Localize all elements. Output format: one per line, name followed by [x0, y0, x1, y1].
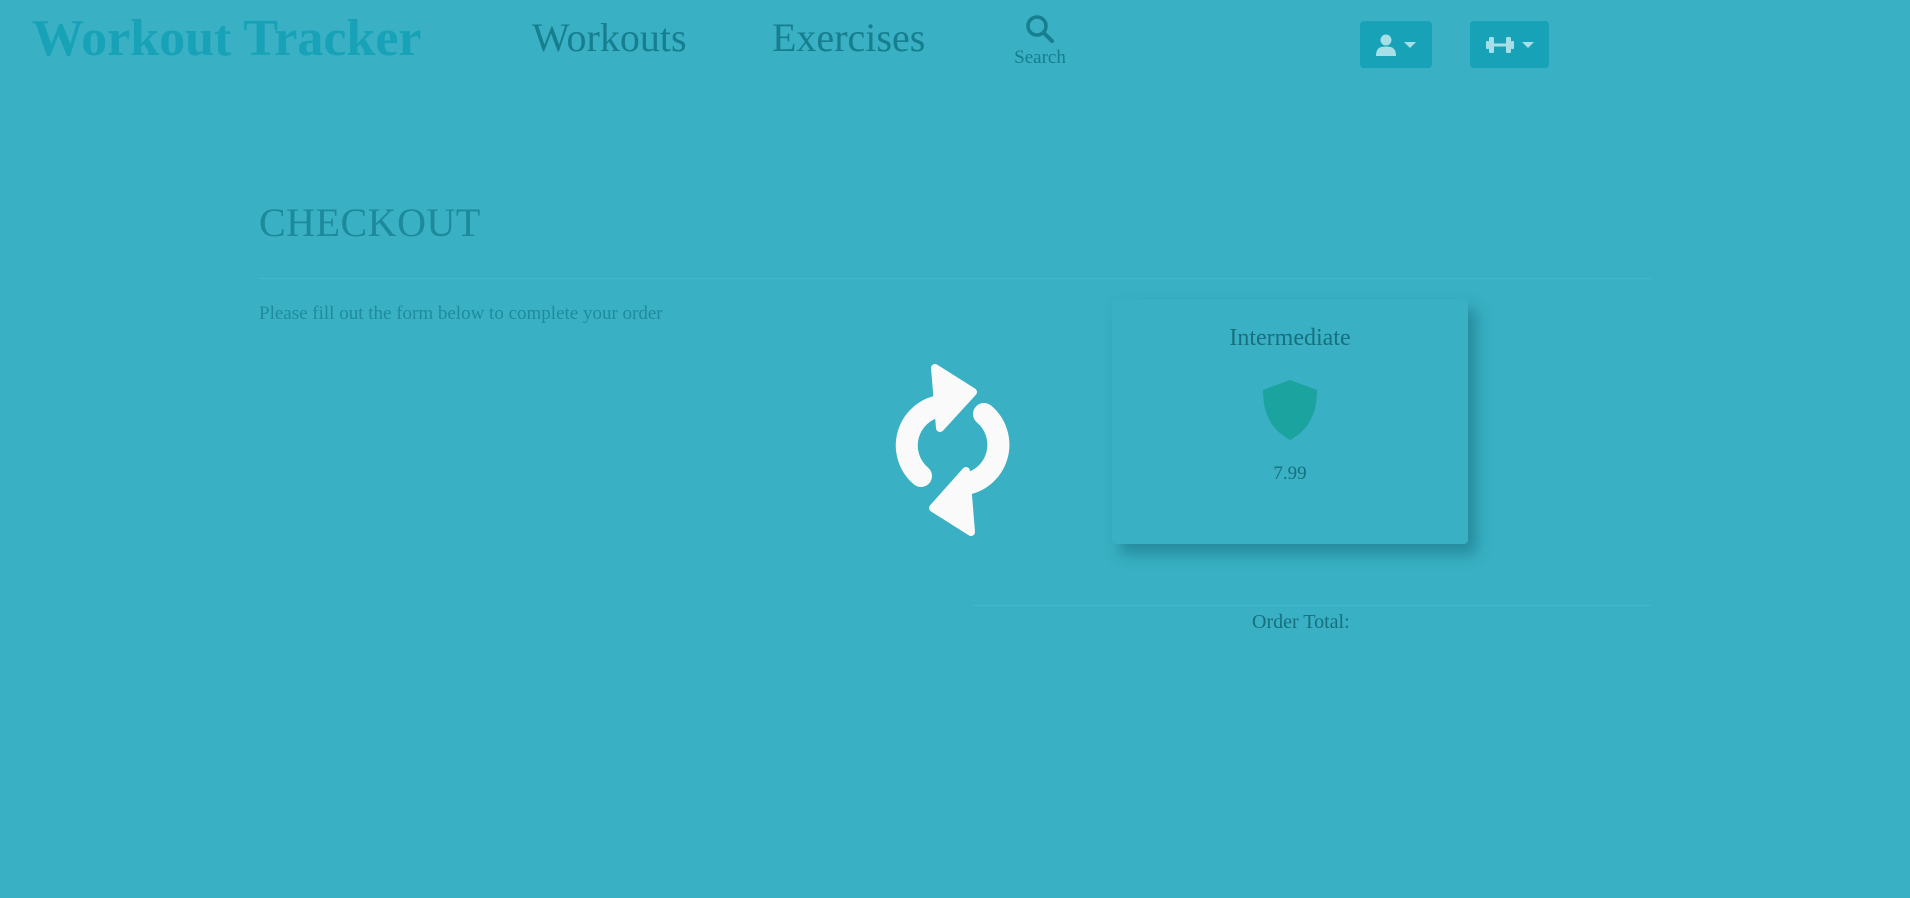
plan-price: 7.99	[1273, 463, 1307, 484]
sync-spinner-icon	[895, 364, 1010, 536]
checkout-page: Workout Tracker Workouts Exercises Searc…	[0, 0, 1910, 898]
dumbbell-icon	[1485, 36, 1514, 53]
order-total-label: Order Total:	[1252, 611, 1350, 633]
page-title: CHECKOUT	[259, 200, 481, 245]
order-divider	[973, 605, 1651, 606]
workout-menu-dropdown[interactable]	[1470, 21, 1549, 68]
user-icon	[1376, 34, 1396, 56]
plan-name: Intermediate	[1229, 325, 1351, 351]
search-button[interactable]: Search	[1008, 14, 1072, 68]
title-divider	[259, 278, 1651, 279]
chevron-down-icon	[1404, 41, 1416, 48]
chevron-down-icon	[1521, 41, 1534, 48]
search-icon	[1026, 15, 1054, 43]
nav-exercises-link[interactable]: Exercises	[772, 12, 925, 64]
checkout-instructions: Please fill out the form below to comple…	[259, 303, 663, 324]
search-label: Search	[1014, 47, 1066, 68]
brand-logo[interactable]: Workout Tracker	[32, 8, 422, 70]
plan-card: Intermediate 7.99	[1112, 299, 1468, 544]
nav-workouts-link[interactable]: Workouts	[532, 12, 687, 64]
user-menu-dropdown[interactable]	[1360, 21, 1432, 68]
shield-icon	[1263, 380, 1317, 440]
